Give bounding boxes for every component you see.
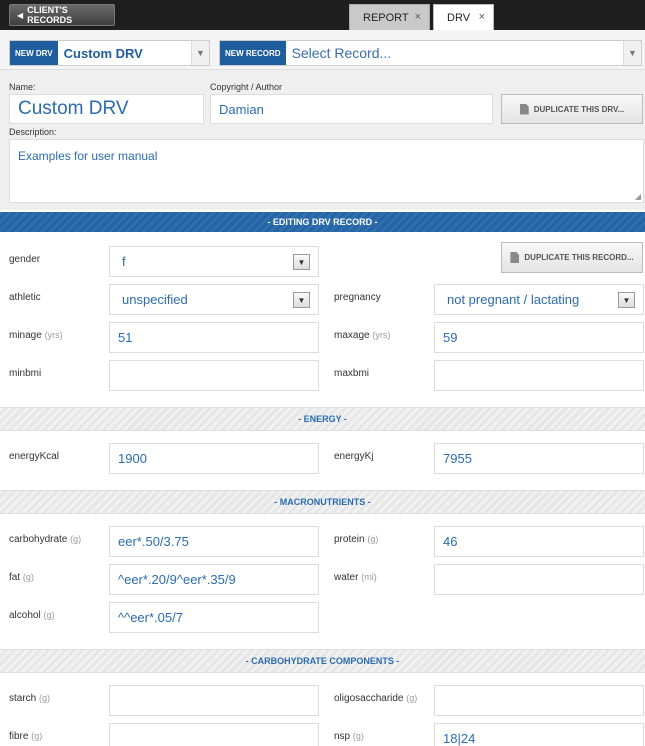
protein-field[interactable]: 46 — [434, 526, 644, 557]
duplicate-drv-label: DUPLICATE THIS DRV... — [533, 104, 625, 114]
author-field[interactable]: Damian — [210, 94, 493, 124]
pregnancy-select[interactable]: not pregnant / lactating ▼ — [434, 284, 644, 315]
alcohol-label: alcohol (g) — [9, 610, 55, 621]
record-selector[interactable]: NEW RECORD Select Record... ▼ — [219, 40, 642, 66]
carbohydrate-field[interactable]: eer*.50/3.75 — [109, 526, 319, 557]
name-label: Name: — [9, 82, 36, 92]
drv-select-value[interactable]: Custom DRV — [58, 41, 191, 65]
author-label: Copyright / Author — [210, 82, 283, 92]
carbohydrate-components-section-title: - CARBOHYDRATE COMPONENTS - — [0, 649, 645, 673]
gender-label: gender — [9, 254, 41, 265]
gender-value: f — [122, 254, 126, 269]
energy-kj-label: energyKj — [334, 451, 374, 462]
minage-label: minage (yrs) — [9, 330, 63, 341]
maxbmi-label: maxbmi — [334, 368, 370, 379]
record-bar: NEW DRV Custom DRV ▼ NEW RECORD Select R… — [0, 30, 645, 70]
drv-selector[interactable]: NEW DRV Custom DRV ▼ — [9, 40, 210, 66]
name-field[interactable]: Custom DRV — [9, 94, 204, 124]
oligosaccharide-label: oligosaccharide (g) — [334, 693, 418, 704]
pregnancy-label: pregnancy — [334, 292, 381, 303]
maxbmi-field[interactable] — [434, 360, 644, 391]
energy-kcal-field[interactable]: 1900 — [109, 443, 319, 474]
protein-label: protein (g) — [334, 534, 379, 545]
fat-label: fat (g) — [9, 572, 34, 583]
nsp-label: nsp (g) — [334, 731, 364, 742]
athletic-select[interactable]: unspecified ▼ — [109, 284, 319, 315]
alcohol-field[interactable]: ^^eer*.05/7 — [109, 602, 319, 633]
duplicate-record-label: DUPLICATE THIS RECORD... — [524, 253, 634, 262]
top-bar: ◀ CLIENT'S RECORDS REPORT × DRV × — [0, 0, 645, 30]
water-label: water (ml) — [334, 572, 377, 583]
maxage-label: maxage (yrs) — [334, 330, 391, 341]
starch-field[interactable] — [109, 685, 319, 716]
minbmi-field[interactable] — [109, 360, 319, 391]
minage-field[interactable]: 51 — [109, 322, 319, 353]
carbohydrate-label: carbohydrate (g) — [9, 534, 82, 545]
duplicate-drv-button[interactable]: DUPLICATE THIS DRV... — [501, 94, 643, 124]
editing-section-title: - EDITING DRV RECORD - — [0, 212, 645, 232]
resize-handle-icon[interactable]: ◢ — [635, 192, 641, 201]
macronutrients-section-title: - MACRONUTRIENTS - — [0, 490, 645, 514]
athletic-label: athletic — [9, 292, 41, 303]
new-record-button[interactable]: NEW RECORD — [220, 41, 286, 65]
description-value: Examples for user manual — [18, 149, 158, 163]
tab-drv-label: DRV — [447, 11, 471, 24]
fibre-field[interactable] — [109, 723, 319, 746]
energy-kj-field[interactable]: 7955 — [434, 443, 644, 474]
maxage-field[interactable]: 59 — [434, 322, 644, 353]
tab-report[interactable]: REPORT × — [349, 4, 430, 30]
clients-records-label: CLIENT'S RECORDS — [27, 5, 73, 25]
drv-header: Name: Custom DRV Copyright / Author Dami… — [0, 70, 645, 210]
chevron-down-icon[interactable]: ▼ — [293, 254, 310, 270]
document-icon — [519, 103, 529, 115]
athletic-value: unspecified — [122, 292, 188, 307]
energy-kcal-label: energyKcal — [9, 451, 60, 462]
back-arrow-icon: ◀ — [17, 10, 24, 20]
tab-report-label: REPORT — [363, 11, 409, 24]
new-drv-button[interactable]: NEW DRV — [10, 41, 58, 65]
chevron-down-icon[interactable]: ▼ — [293, 292, 310, 308]
clients-records-button[interactable]: ◀ CLIENT'S RECORDS — [9, 4, 115, 26]
pregnancy-value: not pregnant / lactating — [447, 292, 580, 307]
description-field[interactable]: Examples for user manual ◢ — [9, 139, 644, 203]
close-icon[interactable]: × — [415, 11, 421, 23]
minbmi-label: minbmi — [9, 368, 42, 379]
tab-drv[interactable]: DRV × — [433, 4, 494, 30]
chevron-down-icon[interactable]: ▼ — [618, 292, 635, 308]
fibre-label: fibre (g) — [9, 731, 43, 742]
description-label: Description: — [9, 127, 57, 137]
oligosaccharide-field[interactable] — [434, 685, 644, 716]
fat-field[interactable]: ^eer*.20/9^eer*.35/9 — [109, 564, 319, 595]
nsp-field[interactable]: 18|24 — [434, 723, 644, 746]
record-select-value[interactable]: Select Record... — [286, 41, 623, 65]
energy-section-title: - ENERGY - — [0, 407, 645, 431]
chevron-down-icon[interactable]: ▼ — [623, 41, 641, 65]
starch-label: starch (g) — [9, 693, 51, 704]
chevron-down-icon[interactable]: ▼ — [191, 41, 209, 65]
document-icon — [510, 252, 520, 263]
water-field[interactable] — [434, 564, 644, 595]
close-icon[interactable]: × — [479, 11, 485, 23]
duplicate-record-button[interactable]: DUPLICATE THIS RECORD... — [501, 242, 643, 273]
gender-select[interactable]: f ▼ — [109, 246, 319, 277]
